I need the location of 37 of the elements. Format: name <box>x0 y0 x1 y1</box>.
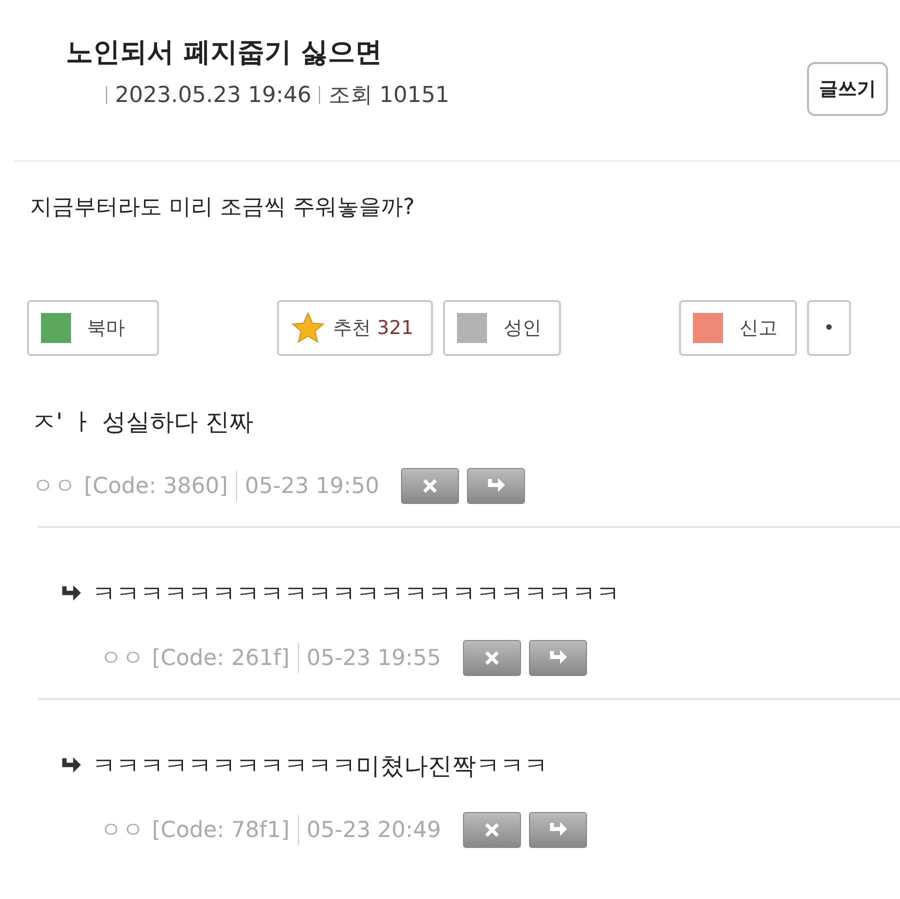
close-icon <box>482 649 501 667</box>
more-button[interactable]: • <box>807 300 851 356</box>
close-icon <box>482 821 501 839</box>
comment-time: 05-23 19:50 <box>244 474 380 498</box>
action-button[interactable]: 북마 <box>27 300 159 356</box>
reply-arrow-icon <box>548 822 568 838</box>
write-button[interactable]: 글쓰기 <box>807 62 888 116</box>
action-button[interactable]: 신고 <box>679 300 798 356</box>
post-body: 지금부터라도 미리 조금씩 주워놓을까? <box>30 194 416 222</box>
comment-code: [Code: 78f1] <box>152 818 290 842</box>
comment-author: ㅇㅇ <box>100 645 144 673</box>
action-button[interactable]: 성인 <box>443 300 562 356</box>
comment-code: [Code: 261f] <box>152 646 290 670</box>
delete-button[interactable] <box>462 640 521 676</box>
comment-text: ㅈ' ㅏ 성실하다 진짜 <box>32 407 254 438</box>
post-title: 노인되서 폐지줍기 싫으면 <box>66 36 383 70</box>
comment-time: 05-23 20:49 <box>306 818 441 842</box>
reply-arrow-icon <box>60 757 82 775</box>
star-icon <box>291 311 325 345</box>
recommend-button[interactable]: 추천 321 <box>277 300 434 356</box>
comment-text: ㅋㅋㅋㅋㅋㅋㅋㅋㅋㅋㅋㅋㅋㅋㅋㅋㅋㅋㅋㅋㅋㅋ <box>92 579 620 610</box>
post-date: 2023.05.23 19:46 <box>115 82 312 108</box>
reply-arrow-icon <box>548 650 568 666</box>
reply-button[interactable] <box>528 812 587 848</box>
reply-arrow-icon <box>60 585 82 603</box>
comment-code: [Code: 3860] <box>84 474 228 498</box>
comment-author: ㅇㅇ <box>100 817 144 845</box>
reply-button[interactable] <box>528 640 587 676</box>
delete-button[interactable] <box>401 468 460 504</box>
close-icon <box>421 477 440 495</box>
comment-time: 05-23 19:55 <box>306 646 441 670</box>
comment-text: ㅋㅋㅋㅋㅋㅋㅋㅋㅋㅋㅋ미쳤나진짝ㅋㅋㅋ <box>92 751 548 782</box>
delete-button[interactable] <box>462 812 521 848</box>
reply-arrow-icon <box>486 478 506 494</box>
comment-author: ㅇㅇ <box>32 473 76 501</box>
view-count: 조회 10151 <box>328 82 450 110</box>
reply-button[interactable] <box>467 468 526 504</box>
